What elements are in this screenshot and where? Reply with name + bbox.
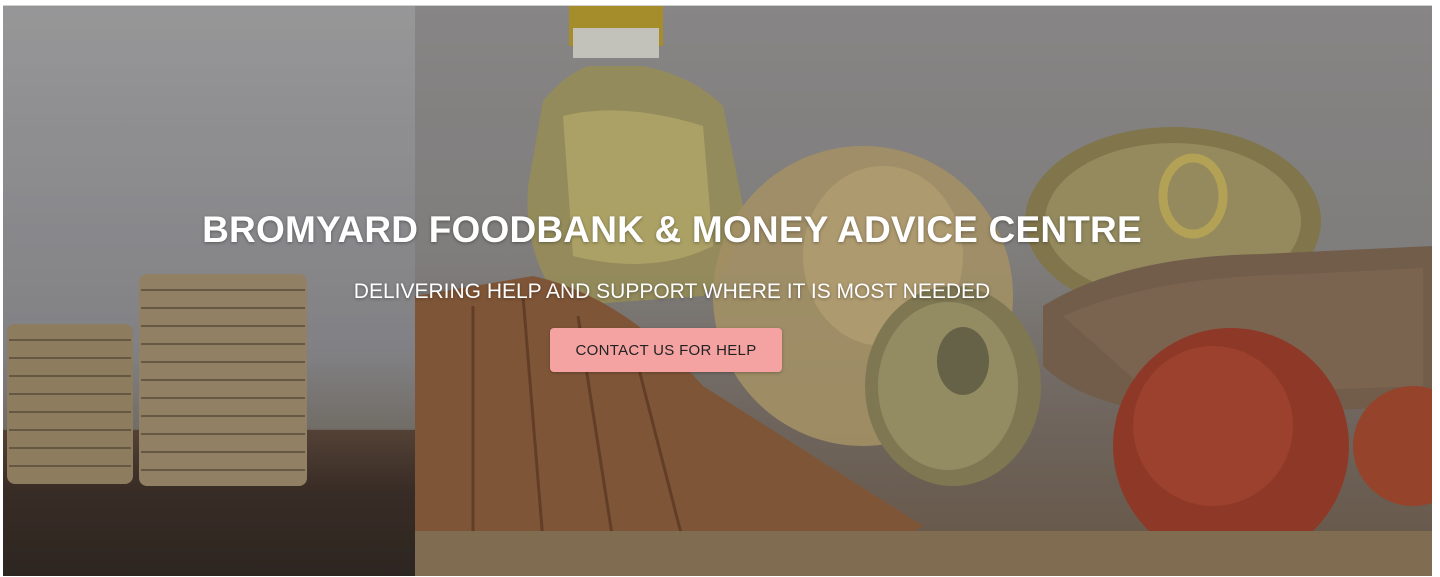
- hero-subtitle-text: DELIVERING HELP AND SUPPORT WHERE IT IS …: [353, 280, 991, 303]
- contact-us-button[interactable]: CONTACT US FOR HELP: [550, 328, 782, 372]
- hero-subtitle: DELIVERING HELP AND SUPPORT WHERE IT IS …: [0, 280, 1440, 304]
- page-title: BROMYARD FOODBANK & MONEY ADVICE CENTRE: [0, 209, 1440, 251]
- page-title-text: BROMYARD FOODBANK & MONEY ADVICE CENTRE: [202, 209, 1142, 250]
